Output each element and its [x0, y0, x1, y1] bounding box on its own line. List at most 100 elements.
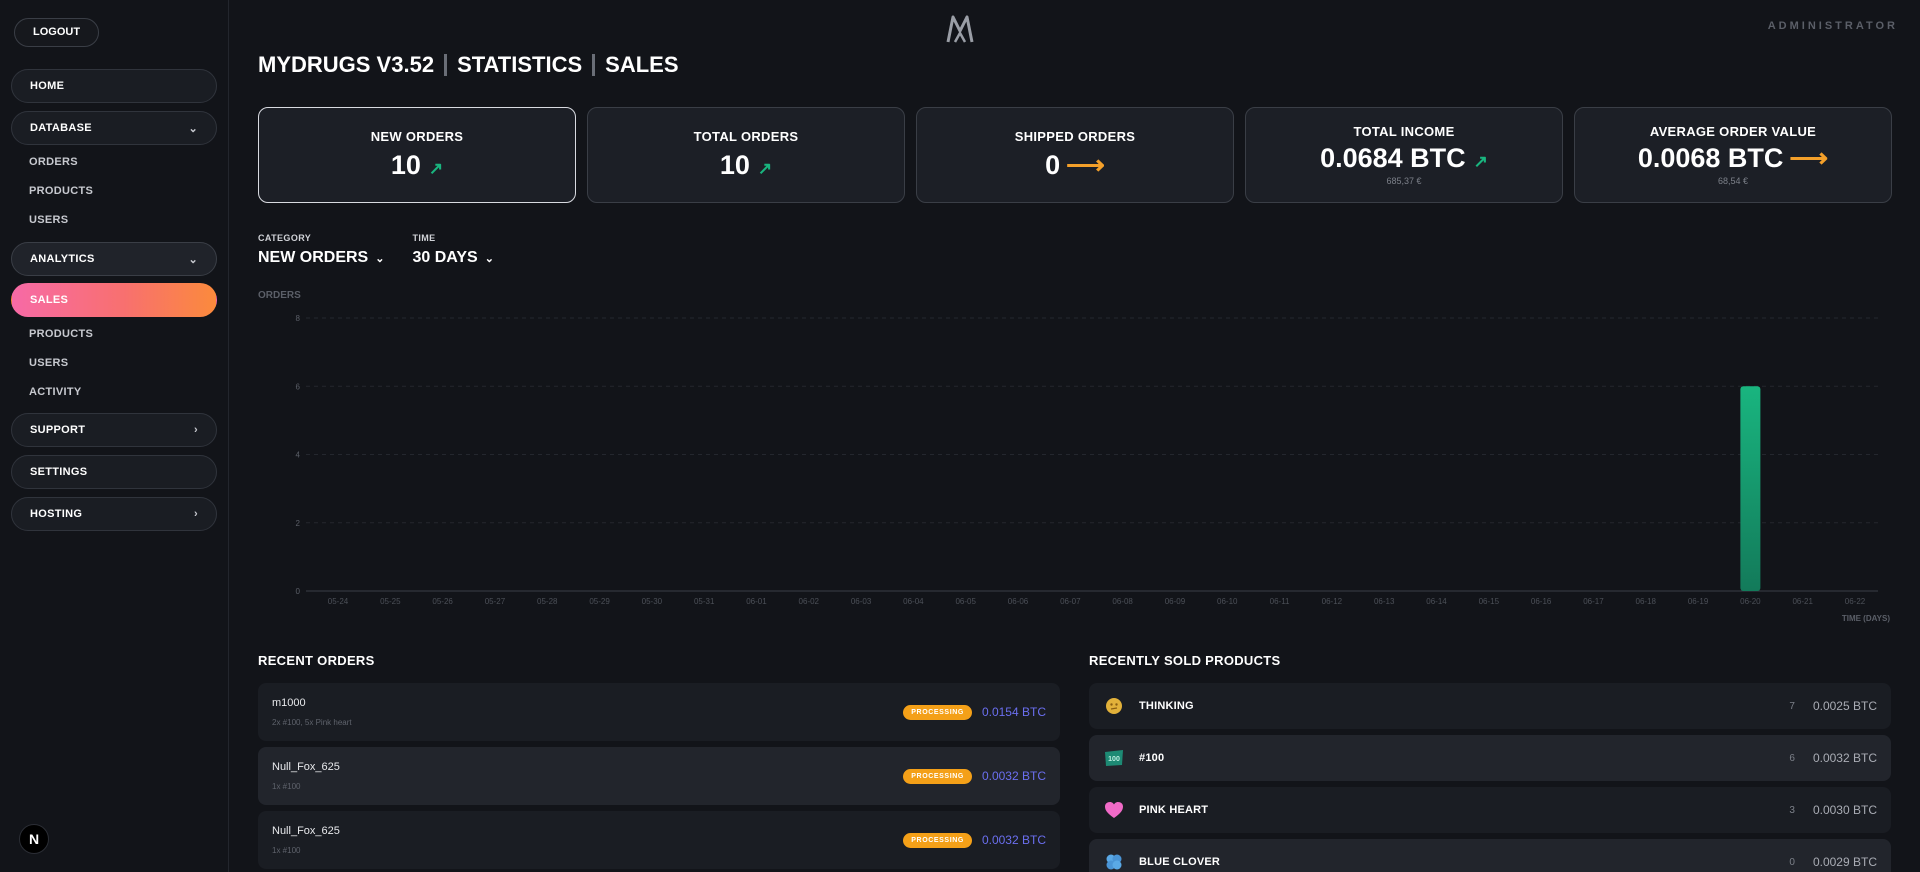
- orders-chart-svg: ORDERS 0 2 4 6 8 05-24 05-25 05-26 05-27 05-28 05-2…: [258, 290, 1890, 623]
- order-price: 0.0032 BTC: [981, 833, 1046, 847]
- sidebar-item-support[interactable]: SUPPORT ›: [11, 413, 217, 447]
- recent-products-title: RECENTLY SOLD PRODUCTS: [1089, 653, 1281, 668]
- order-user: Null_Fox_625: [272, 761, 340, 773]
- card-value: 0.0068 BTC ⟶: [1638, 143, 1828, 174]
- n-badge-icon[interactable]: N: [19, 824, 49, 854]
- recent-products-list: THINKING 7 0.0025 BTC 100 #100 6 0.0032 …: [1089, 683, 1891, 872]
- product-qty: 3: [1789, 804, 1795, 816]
- card-label: NEW ORDERS: [370, 129, 464, 144]
- title-app: MYDRUGS V3.52: [258, 52, 435, 77]
- status-badge: PROCESSING: [903, 704, 972, 720]
- sidebar-item-label: ANALYTICS: [30, 253, 95, 265]
- chevron-right-icon: ›: [194, 508, 198, 520]
- table-row[interactable]: m1000 2x #100, 5x Pink heart PROCESSING …: [258, 683, 1060, 741]
- time-value: 30 DAYS: [412, 249, 478, 266]
- sidebar-item-orders[interactable]: ORDERS: [11, 148, 217, 177]
- card-value-text: 10: [390, 150, 421, 180]
- y-tick-label: 2: [296, 519, 301, 528]
- x-tick-label: 06-06: [1008, 597, 1029, 606]
- title-divider: [444, 54, 448, 76]
- chevron-down-icon: ⌄: [484, 252, 494, 265]
- list-item[interactable]: PINK HEART 3 0.0030 BTC: [1089, 787, 1891, 833]
- product-qty: 6: [1789, 752, 1795, 764]
- sidebar-item-activity[interactable]: ACTIVITY: [11, 378, 217, 407]
- card-value: 10 ↗: [391, 150, 443, 181]
- x-tick-label: 06-22: [1845, 597, 1866, 606]
- y-axis-title: ORDERS: [258, 290, 301, 301]
- order-items: 1x #100: [272, 782, 301, 791]
- x-tick-label: 06-04: [903, 597, 924, 606]
- main-content: ADMINISTRATOR MYDRUGS V3.52 STATISTICS S…: [229, 0, 1920, 872]
- card-label: TOTAL INCOME: [1353, 124, 1455, 139]
- card-label: SHIPPED ORDERS: [1014, 129, 1136, 144]
- table-row[interactable]: Null_Fox_625 1x #100 PROCESSING 0.0032 B…: [258, 747, 1060, 805]
- category-label: CATEGORY: [258, 233, 312, 243]
- card-value: 10 ↗: [720, 150, 772, 181]
- category-dropdown[interactable]: NEW ORDERS ⌄: [258, 249, 384, 267]
- product-price: 0.0030 BTC: [1812, 803, 1877, 817]
- card-shipped-orders[interactable]: SHIPPED ORDERS 0 ⟶: [916, 107, 1234, 203]
- trend-up-icon: ↗: [428, 158, 444, 178]
- sidebar-item-label: SUPPORT: [30, 424, 86, 436]
- status-badge: PROCESSING: [903, 832, 972, 848]
- time-dropdown[interactable]: 30 DAYS ⌄: [412, 249, 493, 267]
- card-value-text: 0.0068 BTC: [1637, 143, 1784, 173]
- time-label: TIME: [412, 233, 436, 243]
- card-new-orders[interactable]: NEW ORDERS 10 ↗: [258, 107, 576, 203]
- product-price: 0.0029 BTC: [1812, 855, 1877, 869]
- list-item[interactable]: 100 #100 6 0.0032 BTC: [1089, 735, 1891, 781]
- stat-cards: NEW ORDERS 10 ↗ TOTAL ORDERS 10 ↗ SHIPPE…: [258, 107, 1892, 203]
- x-tick-label: 06-09: [1165, 597, 1186, 606]
- card-average-order-value[interactable]: AVERAGE ORDER VALUE 0.0068 BTC ⟶ 68,54 €: [1574, 107, 1892, 203]
- sidebar-item-analytics[interactable]: ANALYTICS ⌄: [11, 242, 217, 276]
- chevron-down-icon: ⌄: [188, 122, 198, 135]
- title-page: SALES: [605, 52, 679, 77]
- chevron-down-icon: ⌄: [375, 252, 385, 265]
- sidebar-item-sales[interactable]: SALES: [11, 283, 217, 317]
- recent-orders-title: RECENT ORDERS: [258, 653, 375, 668]
- y-tick-label: 8: [296, 314, 301, 323]
- sidebar-item-users[interactable]: USERS: [11, 206, 217, 235]
- sidebar-item-hosting[interactable]: HOSTING ›: [11, 497, 217, 531]
- sidebar-item-settings[interactable]: SETTINGS: [11, 455, 217, 489]
- card-value-text: 0: [1045, 150, 1061, 180]
- x-tick-label: 05-31: [694, 597, 715, 606]
- sidebar-item-analytics-products[interactable]: PRODUCTS: [11, 320, 217, 349]
- title-section: STATISTICS: [457, 52, 583, 77]
- x-tick-label: 05-30: [642, 597, 663, 606]
- chevron-down-icon: ⌄: [188, 253, 198, 266]
- x-tick-label: 06-19: [1688, 597, 1709, 606]
- x-tick-label: 06-01: [746, 597, 767, 606]
- table-row[interactable]: Null_Fox_625 1x #100 PROCESSING 0.0032 B…: [258, 811, 1060, 869]
- x-tick-label: 06-21: [1792, 597, 1813, 606]
- admin-label: ADMINISTRATOR: [1767, 20, 1898, 32]
- x-tick-label: 05-29: [589, 597, 610, 606]
- x-tick-label: 06-15: [1479, 597, 1500, 606]
- x-tick-label: 06-17: [1583, 597, 1604, 606]
- chart-filters: CATEGORY NEW ORDERS ⌄ TIME 30 DAYS ⌄: [258, 233, 494, 267]
- thinking-pill-icon: [1103, 695, 1125, 717]
- y-tick-label: 0: [296, 587, 301, 596]
- logout-button[interactable]: LOGOUT: [14, 18, 100, 47]
- pink-heart-icon: [1103, 799, 1125, 821]
- sidebar-item-database[interactable]: DATABASE ⌄: [11, 111, 217, 145]
- list-item[interactable]: THINKING 7 0.0025 BTC: [1089, 683, 1891, 729]
- sidebar-item-products[interactable]: PRODUCTS: [11, 177, 217, 206]
- x-tick-label: 05-25: [380, 597, 401, 606]
- sidebar-item-analytics-users[interactable]: USERS: [11, 349, 217, 378]
- order-items: 1x #100: [272, 846, 301, 855]
- x-tick-label: 06-14: [1426, 597, 1447, 606]
- card-value: 0.0684 BTC ↗: [1320, 143, 1488, 174]
- sidebar-item-home[interactable]: HOME: [11, 69, 217, 103]
- order-items: 2x #100, 5x Pink heart: [272, 718, 352, 727]
- x-tick-label: 06-12: [1322, 597, 1343, 606]
- card-total-income[interactable]: TOTAL INCOME 0.0684 BTC ↗ 685,37 €: [1245, 107, 1563, 203]
- list-item[interactable]: BLUE CLOVER 0 0.0029 BTC: [1089, 839, 1891, 872]
- x-tick-label: 05-24: [328, 597, 349, 606]
- sidebar-item-label: DATABASE: [30, 122, 92, 134]
- product-name: BLUE CLOVER: [1139, 856, 1221, 868]
- order-price: 0.0032 BTC: [981, 769, 1046, 783]
- page-title: MYDRUGS V3.52 STATISTICS SALES: [258, 52, 679, 78]
- category-filter: CATEGORY NEW ORDERS ⌄: [258, 233, 384, 267]
- card-total-orders[interactable]: TOTAL ORDERS 10 ↗: [587, 107, 905, 203]
